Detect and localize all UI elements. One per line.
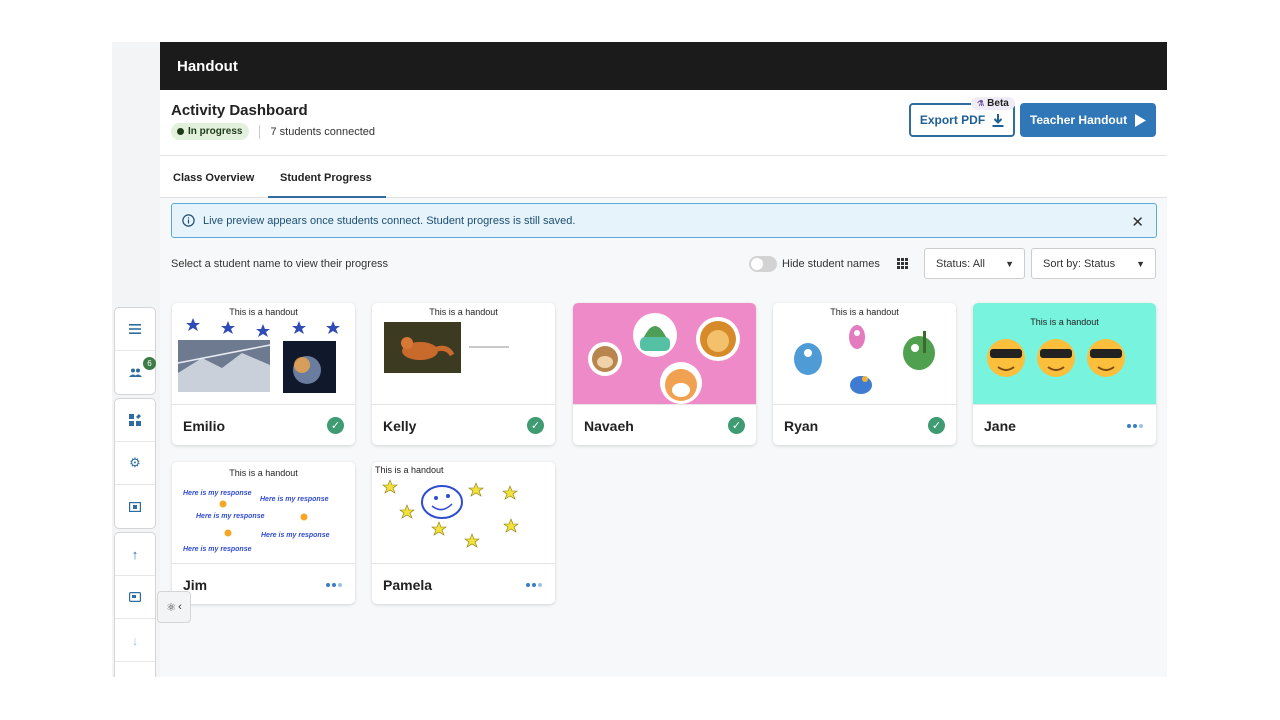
student-card-jim[interactable]: This is a handout Here is my response He… [172,462,355,604]
controls-bar: Select a student name to view their prog… [160,248,1167,280]
in-progress-dots-icon [326,583,342,587]
status-badge-label: In progress [188,126,243,137]
monster-stickers-image [794,325,935,394]
chevron-down-icon: ▼ [1005,259,1014,269]
app-title: Handout [177,57,238,75]
flask-icon: ⚗ [977,99,985,108]
sunglasses-emoji-image [987,339,1125,377]
student-card-ryan[interactable]: This is a handout Ryan ✓ [773,303,956,445]
animal-stickers-image [588,313,740,404]
check-icon: ✓ [728,417,745,434]
student-card-emilio[interactable]: This is a handout Emilio ✓ [172,303,355,445]
present-button[interactable] [115,485,155,528]
in-progress-dots-icon [1127,424,1143,428]
handout-thumbnail: This is a handout [372,303,555,405]
toggle-knob [751,258,763,270]
small-emoji-image [219,500,308,537]
info-banner: Live preview appears once students conne… [171,203,1157,238]
tab-bar: Class Overview Student Progress [160,156,1167,198]
hide-names-label: Hide student names [782,258,880,270]
in-progress-dots-icon [526,583,542,587]
student-card-navaeh[interactable]: Navaeh ✓ [573,303,756,445]
drawing-image [382,479,519,548]
students-button[interactable]: 6 [115,351,156,394]
nav-group-navigation: ↑ ↓ [114,532,156,677]
student-name[interactable]: Emilio [183,418,225,434]
menu-icon [129,324,141,334]
student-name[interactable]: Jane [984,418,1016,434]
chevron-down-icon: ▼ [1136,259,1145,269]
arrow-down-icon: ↓ [131,632,139,648]
zoom-button[interactable] [115,662,155,677]
tab-student-progress[interactable]: Student Progress [280,172,372,184]
top-bar: Handout [160,42,1167,90]
student-name[interactable]: Kelly [383,418,416,434]
slide-button[interactable] [115,576,155,619]
active-tab-indicator [268,196,386,198]
menu-button[interactable] [115,308,155,351]
chevron-left-icon: ‹ [178,601,182,613]
connected-count: 7 students connected [270,125,376,138]
fox-image [384,322,509,373]
grid-view-icon[interactable] [897,258,908,269]
stars-image [177,318,340,393]
student-card-kelly[interactable]: This is a handout Kelly ✓ [372,303,555,445]
status-badge: In progress [171,123,250,140]
handout-thumbnail: This is a handout [372,462,555,564]
handout-thumbnail: This is a handout [973,303,1156,405]
check-icon: ✓ [527,417,544,434]
nav-group-main: 6 [114,307,156,395]
beta-label: Beta [987,98,1009,109]
download-icon [992,113,1004,127]
sort-by-value: Sort by: Status [1043,257,1116,270]
student-name[interactable]: Pamela [383,577,432,593]
student-card-jane[interactable]: This is a handout Jane [973,303,1156,445]
info-banner-text: Live preview appears once students conne… [203,214,576,227]
scroll-down-button[interactable]: ↓ [115,619,155,662]
page-title: Activity Dashboard [171,102,308,119]
arrow-up-icon: ↑ [131,546,139,562]
scroll-up-button[interactable]: ↑ [115,533,155,576]
teacher-handout-label: Teacher Handout [1029,113,1128,127]
status-filter-value: Status: All [936,257,985,270]
handout-thumbnail: This is a handout [773,303,956,405]
close-icon[interactable]: ✕ [1131,213,1144,231]
status-filter-select[interactable]: Status: All ▼ [924,248,1025,279]
check-icon: ✓ [928,417,945,434]
tab-class-overview[interactable]: Class Overview [173,172,254,184]
student-card-pamela[interactable]: This is a handout Pamela [372,462,555,604]
hide-names-toggle[interactable] [749,256,777,272]
slide-icon [129,592,141,602]
handout-thumbnail: This is a handout Here is my response He… [172,462,355,564]
app-window: 6 ⚙ ↑ ↓ Handout Activity Dashboard In pr… [112,42,1167,677]
gear-icon: ⚙ [129,455,141,470]
info-icon [182,214,195,227]
settings-button[interactable]: ⚙ [115,442,155,485]
students-count-badge: 6 [143,357,156,370]
divider [259,124,261,139]
atom-icon: ⚛ [166,601,177,614]
student-name[interactable]: Ryan [784,418,818,434]
beta-badge: ⚗ Beta [971,97,1015,110]
side-nav: 6 ⚙ ↑ ↓ [114,307,156,677]
assistant-collapse-button[interactable]: ⚛ ‹ [157,591,191,623]
widgets-icon [129,414,141,426]
sort-by-select[interactable]: Sort by: Status ▼ [1031,248,1156,279]
nav-group-tools: ⚙ [114,398,156,529]
dashboard-header: Activity Dashboard In progress 7 student… [160,90,1167,156]
instruction-text: Select a student name to view their prog… [171,258,389,270]
handout-thumbnail [573,303,756,405]
student-name[interactable]: Navaeh [584,418,634,434]
widgets-button[interactable] [115,399,155,442]
main-app: Handout Activity Dashboard In progress 7… [160,42,1167,677]
users-icon [128,368,142,377]
check-icon: ✓ [327,417,344,434]
teacher-handout-button[interactable]: Teacher Handout [1020,103,1156,137]
present-icon [129,501,141,512]
handout-thumbnail: This is a handout [172,303,355,405]
status-dot-icon [177,128,184,135]
status-row: In progress 7 students connected [171,123,375,140]
export-pdf-label: Export PDF [919,113,986,127]
play-icon [1135,113,1147,127]
